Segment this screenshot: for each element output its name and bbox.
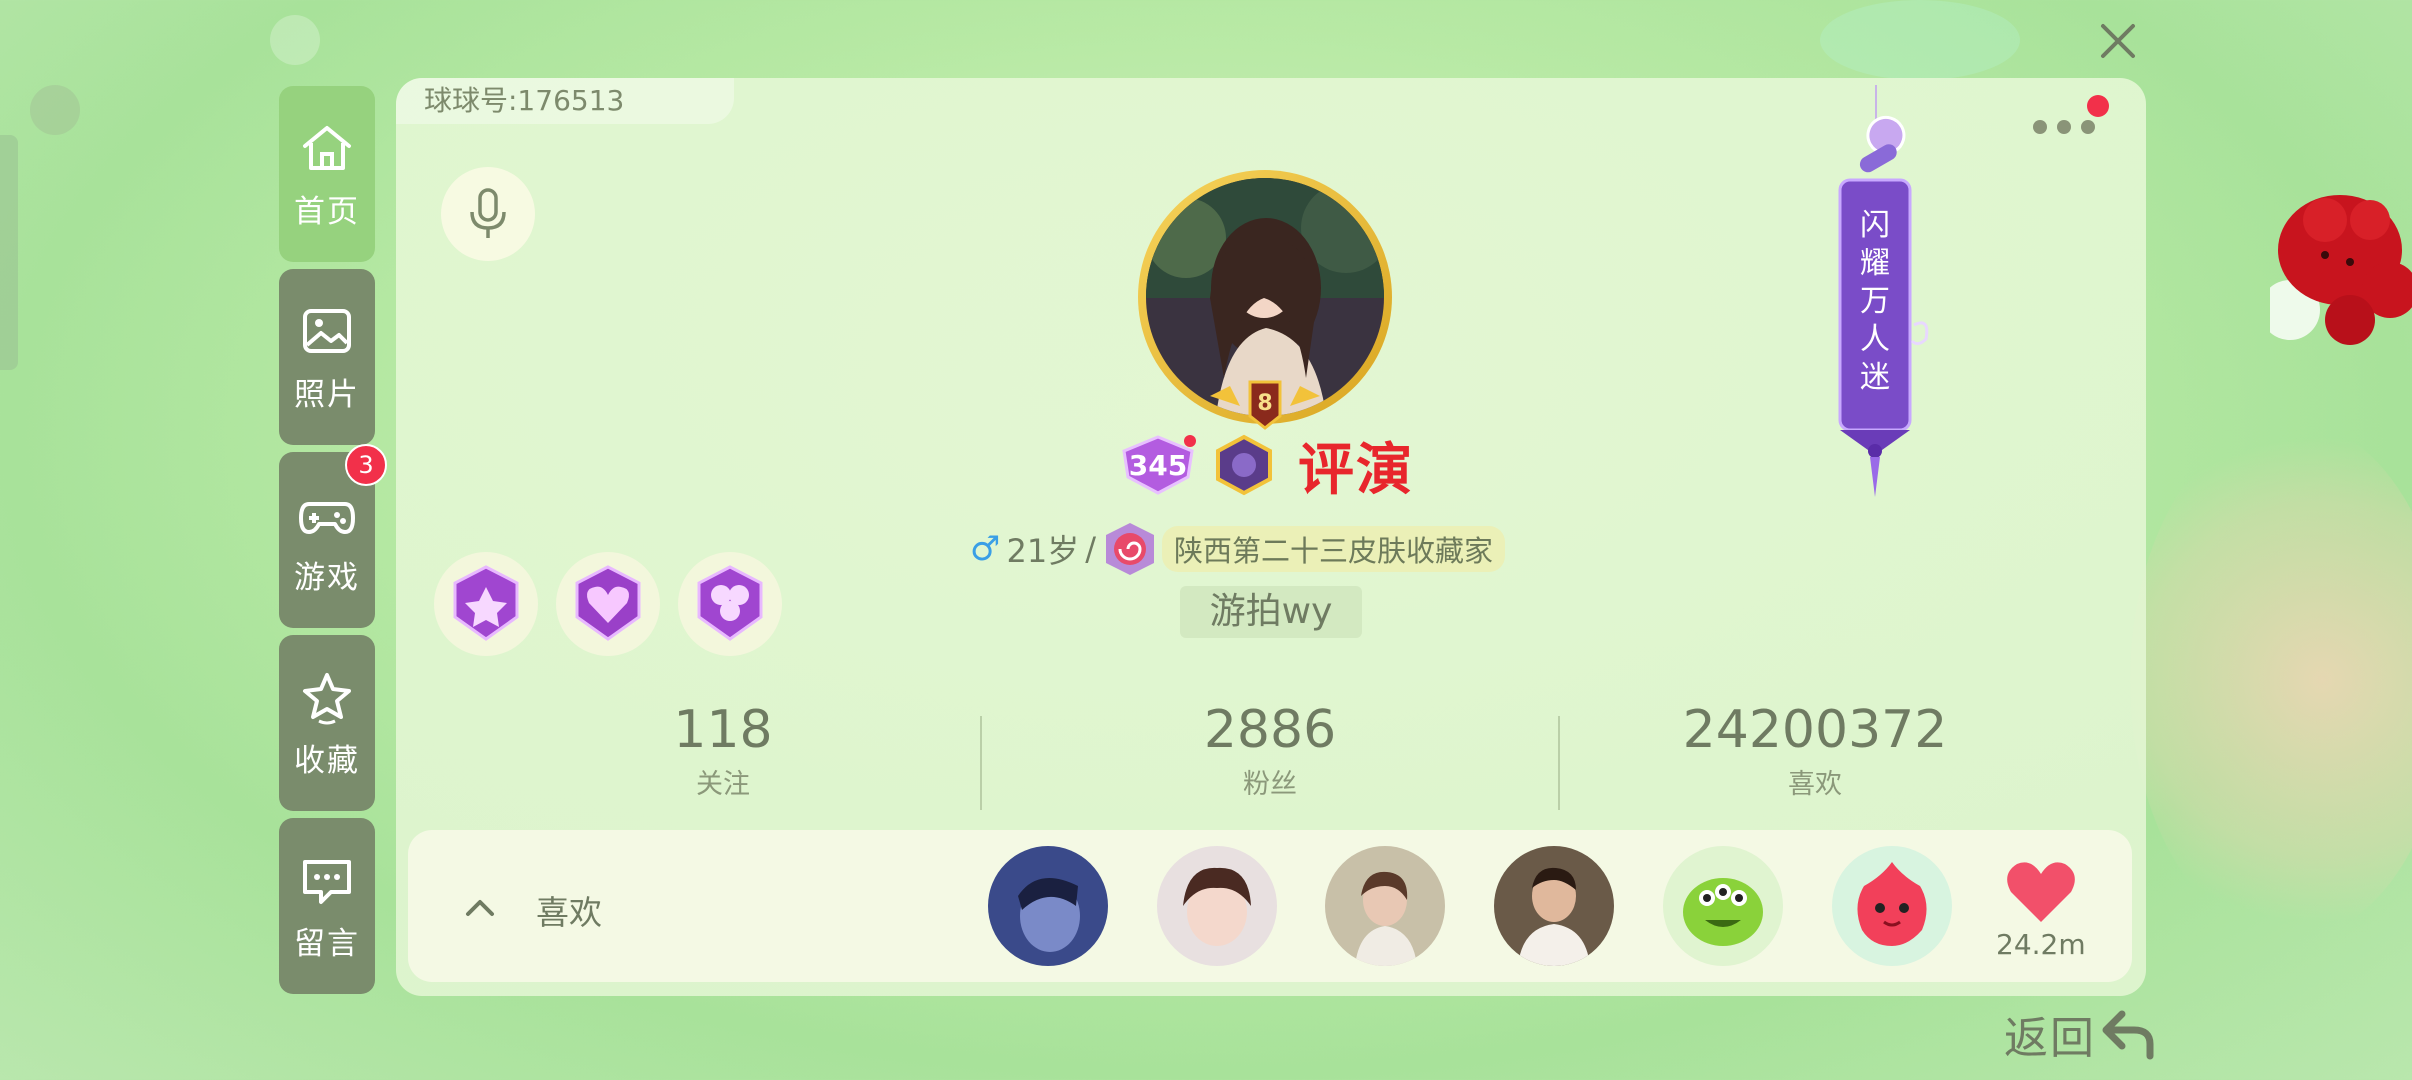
sidebar-item-home[interactable]: 首页	[279, 86, 375, 262]
liker-avatar[interactable]	[1832, 846, 1952, 966]
banner-char: 迷	[1860, 360, 1890, 395]
likes-count: 24.2m	[1996, 928, 2086, 961]
banner-char: 耀	[1860, 246, 1890, 281]
stat-likes[interactable]: 24200372 喜欢	[1635, 700, 1995, 801]
notification-dot	[2087, 95, 2109, 117]
crown-medal-icon	[453, 565, 519, 641]
title-tag[interactable]: 陕西第二十三皮肤收藏家	[1162, 526, 1506, 572]
rank-badge: 345	[1118, 433, 1198, 497]
liker-photo	[1157, 846, 1277, 966]
background-blur	[2130, 420, 2412, 940]
divider	[1558, 716, 1560, 810]
player-name: 评演	[1298, 437, 1414, 503]
message-icon	[303, 859, 351, 904]
green-pet-icon	[1663, 846, 1783, 966]
separator: /	[1085, 530, 1096, 568]
clover-medal-icon	[697, 565, 763, 641]
age-text: 21岁	[1006, 532, 1080, 570]
medal-item[interactable]	[434, 552, 538, 656]
stat-value: 2886	[1203, 700, 1337, 760]
stat-label: 粉丝	[1243, 769, 1297, 800]
back-arrow-icon	[2102, 1010, 2154, 1060]
banner-char: 人	[1860, 322, 1890, 357]
close-icon[interactable]	[2095, 18, 2141, 64]
microphone-icon	[470, 188, 506, 238]
nickname: 游拍wy	[1180, 586, 1362, 638]
stat-value: 118	[673, 700, 773, 760]
rank-number: 345	[1129, 449, 1187, 482]
sidebar-item-label: 游戏	[294, 559, 360, 596]
photo-icon	[303, 308, 351, 353]
player-id: 球球号:176513	[396, 78, 734, 124]
liker-avatar[interactable]	[1663, 846, 1783, 966]
banner-char: 闪	[1860, 208, 1890, 243]
medal-icon	[1216, 434, 1272, 496]
sidebar-item-photos[interactable]: 照片	[279, 269, 375, 445]
stat-label: 关注	[696, 769, 750, 800]
pet-decoration	[2270, 195, 2412, 345]
title-banner[interactable]: 闪 耀 万 人 迷	[1818, 85, 1936, 505]
liker-photo	[1325, 846, 1445, 966]
background-bubble	[1820, 0, 2020, 80]
heart-icon[interactable]	[2003, 856, 2079, 926]
sidebar-item-label: 收藏	[294, 742, 360, 779]
gamepad-icon	[299, 501, 355, 534]
medal-item[interactable]	[556, 552, 660, 656]
star-icon	[303, 672, 351, 724]
stat-value: 24200372	[1682, 700, 1948, 760]
lollipop-icon	[1106, 523, 1154, 575]
voice-button[interactable]	[441, 167, 535, 261]
likes-label: 喜欢	[536, 893, 602, 932]
heart-medal-icon	[575, 565, 641, 641]
liker-avatar[interactable]	[1157, 846, 1277, 966]
back-button[interactable]: 返回	[2004, 1002, 2156, 1066]
liker-photo	[988, 846, 1108, 966]
medal-item[interactable]	[678, 552, 782, 656]
liker-avatar[interactable]	[1494, 846, 1614, 966]
red-pet-icon	[1832, 846, 1952, 966]
sidebar-item-label: 照片	[294, 376, 360, 413]
sidebar-item-games[interactable]: 游戏 3	[279, 444, 387, 628]
level-number: 8	[1257, 391, 1272, 416]
background-bubble	[270, 15, 320, 65]
sidebar-item-favorites[interactable]: 收藏	[279, 635, 375, 811]
profile-info: ♂ 21岁 / 陕西第二十三皮肤收藏家	[970, 522, 1506, 576]
medal-list	[434, 552, 782, 656]
stat-label: 喜欢	[1788, 769, 1842, 800]
stat-followers[interactable]: 2886 粉丝	[1090, 700, 1450, 801]
banner-char: 万	[1860, 284, 1890, 319]
notification-badge: 3	[345, 444, 387, 486]
liker-avatar[interactable]	[988, 846, 1108, 966]
rank-badge-icon: 345	[1122, 435, 1196, 495]
sidebar-item-label: 留言	[294, 925, 360, 962]
drawer-handle[interactable]	[0, 135, 18, 370]
liker-avatar[interactable]	[1325, 846, 1445, 966]
background-bubble	[30, 85, 80, 135]
divider	[980, 716, 982, 810]
name-row: 345 评演	[1118, 430, 1414, 503]
home-icon	[303, 125, 351, 170]
stat-following[interactable]: 118 关注	[543, 700, 903, 801]
liker-photo	[1494, 846, 1614, 966]
back-label: 返回	[2004, 1013, 2096, 1064]
chevron-up-icon[interactable]	[460, 888, 500, 928]
gender-icon: ♂	[970, 529, 1001, 569]
sidebar-item-messages[interactable]: 留言	[279, 818, 375, 994]
more-options-icon[interactable]	[2030, 112, 2102, 142]
sidebar-item-label: 首页	[294, 193, 360, 230]
